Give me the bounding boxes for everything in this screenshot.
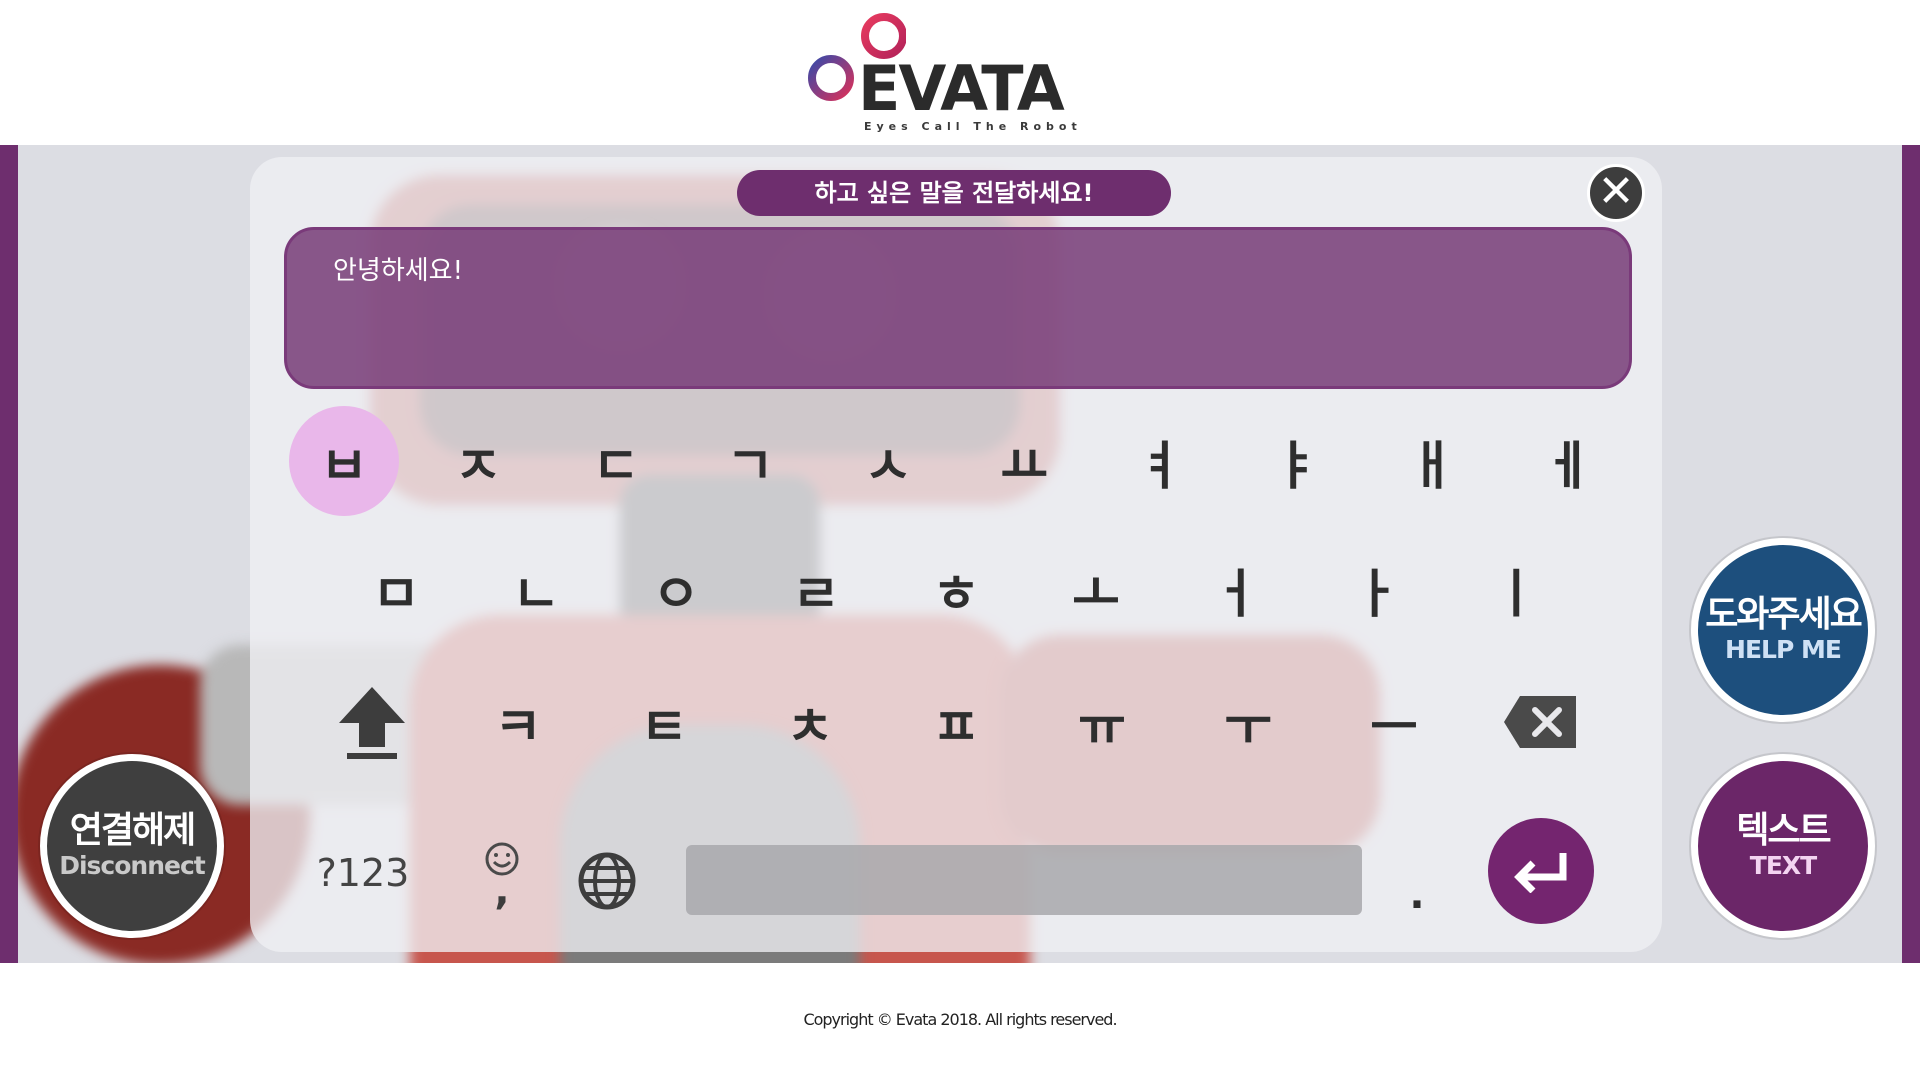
prompt-label: 하고 싶은 말을 전달하세요!	[737, 170, 1171, 216]
evata-logo: EVATA Eyes Call The Robot	[806, 12, 1077, 137]
key-row1[interactable]: ㅕ	[1105, 406, 1215, 516]
key-row3[interactable]: ㅍ	[901, 667, 1011, 777]
header: EVATA Eyes Call The Robot	[0, 0, 1920, 145]
key-row1[interactable]: ㄱ	[695, 406, 805, 516]
key-row3[interactable]: ㅜ	[1193, 667, 1303, 777]
help-me-button[interactable]: 도와주세요 HELP ME	[1691, 538, 1875, 722]
text-label-en: TEXT	[1749, 850, 1817, 880]
key-row2[interactable]: ㅇ	[621, 534, 731, 644]
close-icon: ✕	[1597, 166, 1635, 217]
shift-arrow-icon	[339, 687, 405, 759]
key-row1[interactable]: ㅐ	[1377, 406, 1487, 516]
language-key[interactable]	[552, 826, 662, 936]
key-row3[interactable]: ㅠ	[1047, 667, 1157, 777]
message-input[interactable]: 안녕하세요!	[284, 227, 1632, 389]
key-row1[interactable]: ㅔ	[1513, 406, 1623, 516]
symbols-key[interactable]: ?123	[308, 818, 418, 928]
text-mode-button[interactable]: 텍스트 TEXT	[1691, 754, 1875, 938]
help-label-en: HELP ME	[1725, 634, 1842, 664]
stage-border-left	[0, 145, 18, 963]
key-row2[interactable]: ㅎ	[901, 534, 1011, 644]
key-row2[interactable]: ㅏ	[1321, 534, 1431, 644]
backspace-icon	[1504, 696, 1576, 748]
period-key[interactable]: .	[1362, 840, 1472, 950]
logo-tagline: Eyes Call The Robot	[864, 120, 1082, 133]
comma-label: ,	[494, 868, 510, 914]
space-bar[interactable]	[686, 845, 1362, 915]
logo-text: EVATA	[858, 52, 1065, 125]
key-row2[interactable]: ㄹ	[761, 534, 871, 644]
disconnect-label-en: Disconnect	[59, 850, 206, 880]
key-row2[interactable]: ㅗ	[1041, 534, 1151, 644]
globe-icon	[578, 852, 636, 910]
enter-arrow-icon	[1514, 853, 1567, 893]
key-row3[interactable]: ㅋ	[463, 667, 573, 777]
emoji-comma-key[interactable]: ,	[447, 818, 557, 928]
key-row2[interactable]: ㄴ	[481, 534, 591, 644]
backspace-key[interactable]	[1485, 667, 1595, 777]
copyright-footer: Copyright © Evata 2018. All rights reser…	[803, 1010, 1117, 1029]
key-row3[interactable]: ㅊ	[755, 667, 865, 777]
key-row1[interactable]: ㄷ	[561, 406, 671, 516]
key-row3[interactable]: ㅌ	[609, 667, 719, 777]
key-row2[interactable]: ㅓ	[1181, 534, 1291, 644]
key-row3[interactable]: ㅡ	[1339, 667, 1449, 777]
key-row1[interactable]: ㅈ	[423, 406, 533, 516]
help-label-ko: 도와주세요	[1705, 594, 1863, 636]
disconnect-button[interactable]: 연결해제 Disconnect	[40, 754, 224, 938]
text-label-ko: 텍스트	[1736, 810, 1831, 852]
key-row2[interactable]: ㅁ	[341, 534, 451, 644]
key-row1[interactable]: ㅛ	[969, 406, 1079, 516]
close-button[interactable]: ✕	[1587, 164, 1645, 222]
stage-border-right	[1902, 145, 1920, 963]
disconnect-label-ko: 연결해제	[69, 810, 196, 852]
key-row2[interactable]: ㅣ	[1461, 534, 1571, 644]
key-row1[interactable]: ㅅ	[833, 406, 943, 516]
shift-key[interactable]	[317, 667, 427, 777]
enter-button[interactable]	[1488, 818, 1594, 924]
key-row1[interactable]: ㅑ	[1241, 406, 1351, 516]
key-row1[interactable]: ㅂ	[289, 406, 399, 516]
